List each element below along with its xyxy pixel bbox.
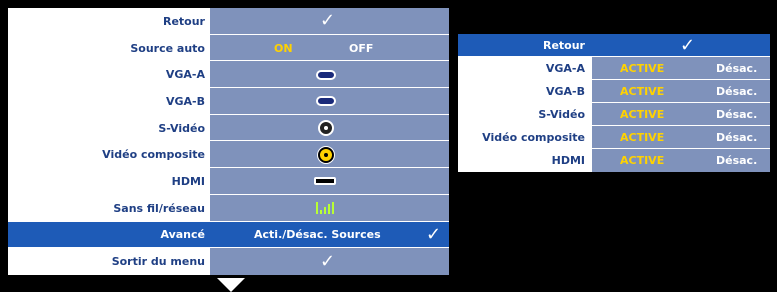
advanced-check-icon: ✓	[426, 223, 442, 245]
submenu-retour-check-icon: ✓	[680, 34, 696, 56]
menu-label-vga-a: VGA-A	[165, 68, 205, 82]
menu-label-retour: Retour	[162, 14, 205, 28]
wireless-signal-icon	[316, 202, 336, 215]
submenu-row-vga-b[interactable]: VGA-B ACTIVE Désac.	[458, 80, 770, 103]
submenu-label: VGA-B	[458, 80, 592, 103]
menu-label-advanced: Avancé	[160, 228, 205, 242]
source-auto-on-option[interactable]: ON	[274, 35, 293, 62]
submenu-row-retour[interactable]: Retour ✓	[458, 34, 770, 57]
submenu-row-hdmi[interactable]: HDMI ACTIVE Désac.	[458, 149, 770, 172]
retour-check-icon: ✓	[320, 10, 336, 32]
source-auto-off-option[interactable]: OFF	[349, 35, 373, 62]
menu-row-advanced[interactable]: Avancé Acti./Désac. Sources ✓	[8, 221, 449, 249]
vga-connector-icon	[316, 69, 336, 80]
menu-row-vga-a[interactable]: VGA-A	[8, 61, 449, 89]
disable-option[interactable]: Désac.	[716, 126, 757, 149]
menu-label-vga-b: VGA-B	[165, 94, 205, 108]
vga-connector-icon	[316, 96, 336, 107]
menu-row-exit[interactable]: Sortir du menu ✓	[8, 248, 449, 275]
submenu-label: Vidéo composite	[458, 126, 592, 149]
submenu-label: HDMI	[458, 149, 592, 172]
menu-label-hdmi: HDMI	[171, 174, 205, 188]
disable-option[interactable]: Désac.	[716, 57, 757, 80]
menu-row-wireless[interactable]: Sans fil/réseau	[8, 194, 449, 222]
menu-label-wireless: Sans fil/réseau	[113, 201, 205, 215]
menu-row-composite[interactable]: Vidéo composite	[8, 141, 449, 169]
disable-option[interactable]: Désac.	[716, 103, 757, 126]
exit-check-icon: ✓	[320, 250, 336, 272]
disable-option[interactable]: Désac.	[716, 80, 757, 103]
active-option[interactable]: ACTIVE	[620, 80, 664, 103]
advanced-value: Acti./Désac. Sources	[254, 228, 381, 242]
menu-label-composite: Vidéo composite	[102, 148, 205, 162]
submenu-row-composite[interactable]: Vidéo composite ACTIVE Désac.	[458, 126, 770, 149]
submenu-label: S-Vidéo	[458, 103, 592, 126]
main-menu: Retour ✓ Source auto ON OFF VGA-A VGA-B …	[8, 8, 449, 275]
menu-label-source-auto: Source auto	[130, 41, 205, 55]
rca-connector-icon	[318, 146, 334, 163]
menu-row-svideo[interactable]: S-Vidéo	[8, 114, 449, 142]
menu-label-exit: Sortir du menu	[111, 255, 205, 269]
menu-row-vga-b[interactable]: VGA-B	[8, 88, 449, 115]
active-option[interactable]: ACTIVE	[620, 126, 664, 149]
menu-label-svideo: S-Vidéo	[158, 121, 205, 135]
scroll-down-arrow-icon[interactable]	[217, 278, 245, 292]
submenu-label: VGA-A	[458, 57, 592, 80]
submenu-row-vga-a[interactable]: VGA-A ACTIVE Désac.	[458, 57, 770, 80]
hdmi-connector-icon	[314, 177, 336, 186]
menu-row-hdmi[interactable]: HDMI	[8, 168, 449, 195]
active-option[interactable]: ACTIVE	[620, 149, 664, 172]
sources-submenu: Retour ✓ VGA-A ACTIVE Désac. VGA-B ACTIV…	[458, 34, 770, 172]
svideo-connector-icon	[318, 120, 334, 137]
submenu-row-svideo[interactable]: S-Vidéo ACTIVE Désac.	[458, 103, 770, 126]
submenu-label-retour: Retour	[458, 34, 592, 57]
menu-row-retour[interactable]: Retour ✓	[8, 8, 449, 35]
active-option[interactable]: ACTIVE	[620, 57, 664, 80]
active-option[interactable]: ACTIVE	[620, 103, 664, 126]
menu-row-source-auto[interactable]: Source auto ON OFF	[8, 34, 449, 62]
disable-option[interactable]: Désac.	[716, 149, 757, 172]
